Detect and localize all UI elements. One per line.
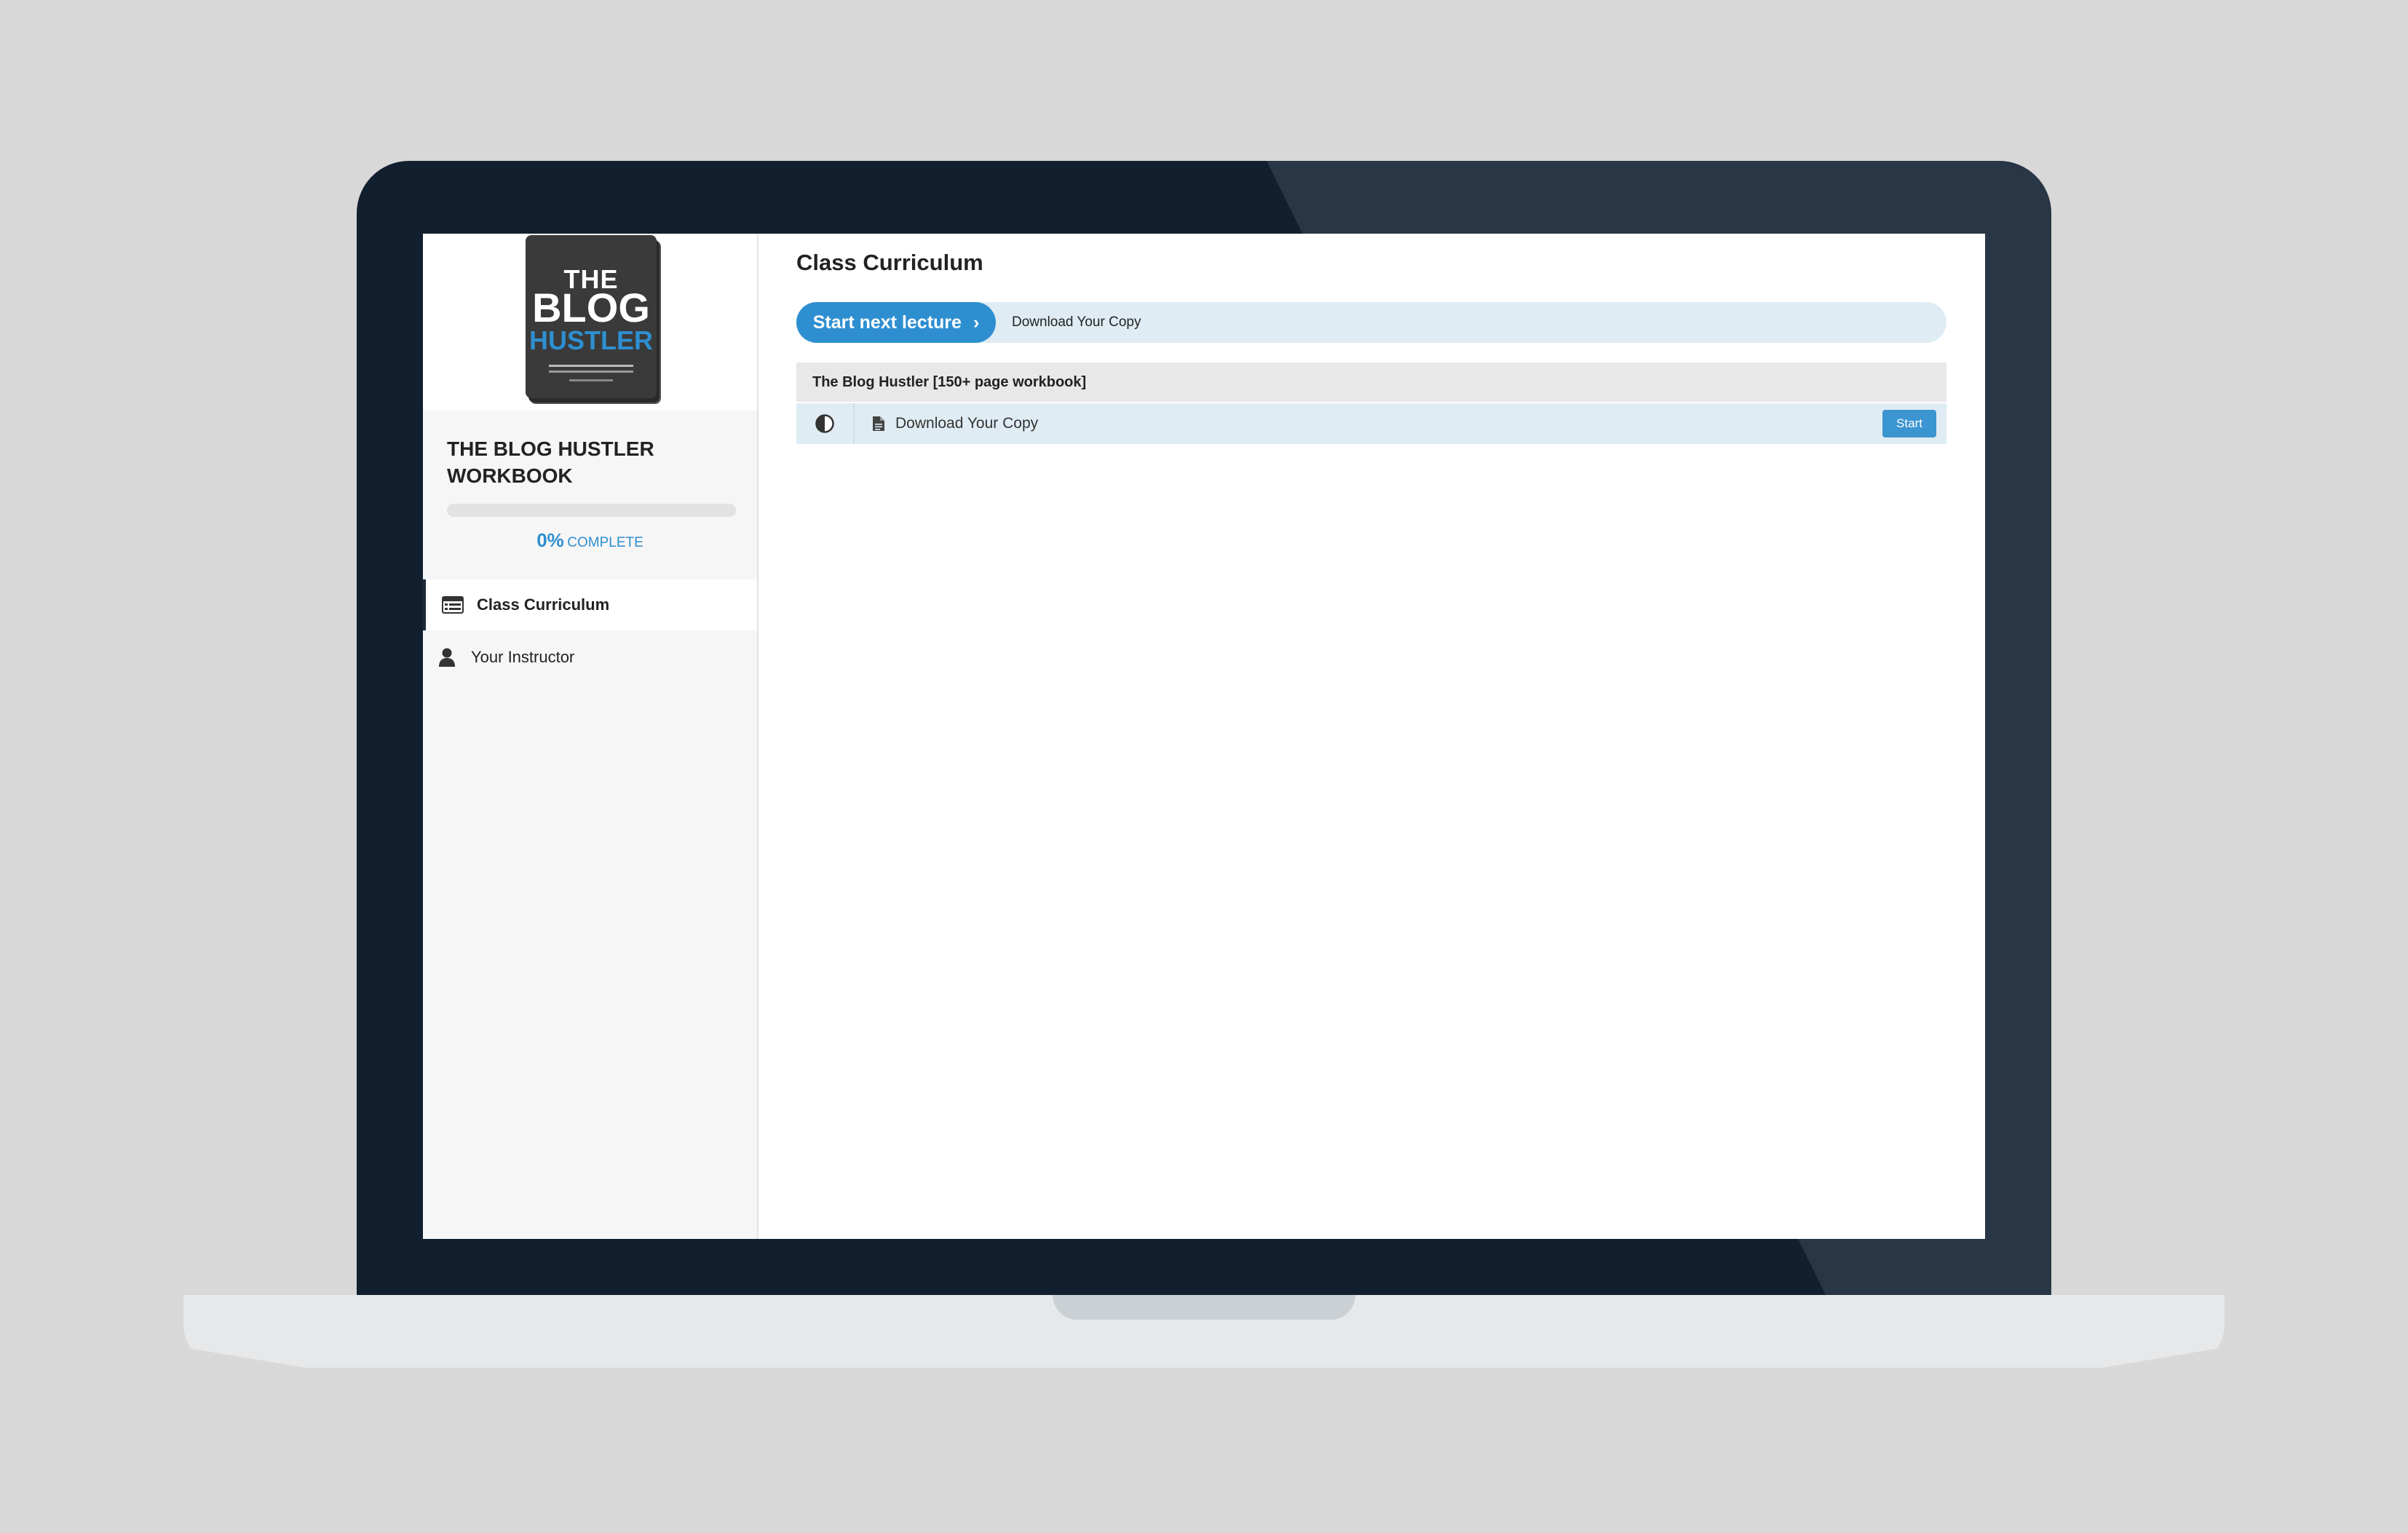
chevron-right-icon: › <box>973 312 980 333</box>
half-circle-icon <box>815 414 834 433</box>
curriculum-icon <box>442 594 464 616</box>
start-next-lecture-label: Start next lecture <box>812 312 962 333</box>
progress-percent: 0% <box>536 529 564 551</box>
course-cover-area: THE BLOG HUSTLER <box>423 234 757 411</box>
laptop-notch <box>1053 1295 1355 1320</box>
lecture-status-cell <box>796 403 855 444</box>
lecture-row[interactable]: Download Your Copy Start <box>796 403 1946 444</box>
main-content: Class Curriculum Start next lecture › Do… <box>759 234 1985 1239</box>
cover-fine-print <box>549 371 633 373</box>
cover-line-3: HUSTLER <box>529 325 653 355</box>
nav-item-label: Your Instructor <box>471 648 575 666</box>
progress-label: 0% COMPLETE <box>423 529 757 552</box>
cover-line-2: BLOG <box>532 285 650 330</box>
start-lecture-button[interactable]: Start <box>1882 410 1936 437</box>
next-lecture-bar: Start next lecture › Download Your Copy <box>796 302 1946 343</box>
progress-complete-label: COMPLETE <box>567 535 643 550</box>
cover-fine-print <box>569 379 613 381</box>
nav-item-your-instructor[interactable]: Your Instructor <box>423 632 757 683</box>
sidebar: THE BLOG HUSTLER THE BLOG HUSTLER WORKBO… <box>423 234 759 1239</box>
section-header: The Blog Hustler [150+ page workbook] <box>796 363 1946 402</box>
user-icon <box>436 646 458 668</box>
course-title: THE BLOG HUSTLER WORKBOOK <box>447 437 654 487</box>
cover-fine-print <box>549 365 633 367</box>
lecture-title[interactable]: Download Your Copy <box>895 415 1038 432</box>
progress-bar <box>447 504 736 517</box>
document-icon <box>872 416 885 432</box>
nav-item-label: Class Curriculum <box>477 595 610 614</box>
start-next-lecture-button[interactable]: Start next lecture › <box>796 302 996 343</box>
page-title: Class Curriculum <box>796 250 983 275</box>
app-screen: THE BLOG HUSTLER THE BLOG HUSTLER WORKBO… <box>423 234 1985 1239</box>
nav-item-class-curriculum[interactable]: Class Curriculum <box>423 579 757 630</box>
next-lecture-title: Download Your Copy <box>1012 314 1141 330</box>
course-cover-image: THE BLOG HUSTLER <box>526 235 657 398</box>
